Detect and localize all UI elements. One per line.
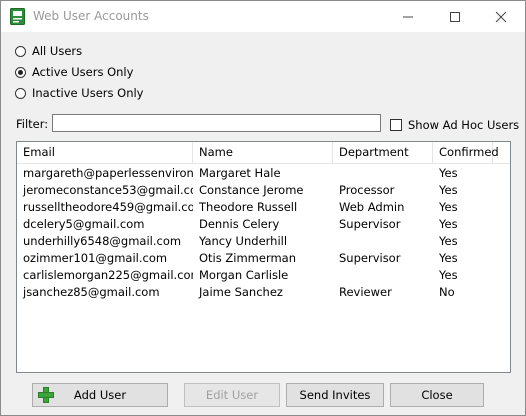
cell-name: Otis Zimmerman [199,251,297,265]
cell-department: Processor [339,183,395,197]
cell-name: Yancy Underhill [199,234,288,248]
users-table[interactable]: Email Name Department Confirmed margaret… [16,141,511,373]
radio-inactive-users-only[interactable]: Inactive Users Only [15,85,144,101]
cell-name: Dennis Celery [199,217,280,231]
cell-department [333,233,433,250]
radio-all-users-label: All Users [32,44,83,58]
edit-user-button[interactable]: Edit User [184,383,280,407]
radio-button-selected[interactable] [15,66,26,78]
table-row[interactable]: margareth@paperlessenvironmen... Margare… [17,165,510,182]
cell-department: Reviewer [339,285,392,299]
column-header-confirmed[interactable]: Confirmed [433,142,499,163]
show-adhoc-users-label: Show Ad Hoc Users [408,118,520,132]
radio-active-users-only-label: Active Users Only [32,65,134,79]
cell-confirmed: Yes [439,183,458,197]
radio-active-users-only[interactable]: Active Users Only [15,64,133,80]
table-row[interactable]: carlislemorgan225@gmail.com Morgan Carli… [17,267,510,284]
maximize-button[interactable] [432,1,478,32]
radio-button[interactable] [15,87,26,99]
close-window-button[interactable] [478,1,524,32]
cell-department: Web Admin [339,200,405,214]
table-row[interactable]: jeromeconstance53@gmail.com Constance Je… [17,182,510,199]
cell-name: Margaret Hale [199,166,281,180]
cell-email: jeromeconstance53@gmail.com [23,183,193,197]
cell-name: Morgan Carlisle [199,268,289,282]
app-icon [10,8,25,25]
cell-department: Supervisor [339,251,401,265]
cell-confirmed: No [439,285,455,299]
cell-email: jsanchez85@gmail.com [23,285,160,299]
minimize-button[interactable] [385,1,431,32]
window-title: Web User Accounts [33,9,149,23]
table-header: Email Name Department Confirmed [17,142,510,164]
add-user-button[interactable]: Add User [32,383,168,407]
cell-name: Constance Jerome [199,183,304,197]
filter-input[interactable] [52,114,381,132]
send-invites-button[interactable]: Send Invites [286,383,384,407]
table-row[interactable]: ozimmer101@gmail.com Otis Zimmerman Supe… [17,250,510,267]
column-header-name[interactable]: Name [193,142,333,163]
add-user-label: Add User [73,388,127,402]
title-bar: Web User Accounts [1,1,525,32]
close-icon [495,11,507,23]
show-adhoc-users-checkbox[interactable]: Show Ad Hoc Users [390,118,519,132]
checkbox[interactable] [390,119,402,131]
radio-all-users[interactable]: All Users [15,43,82,59]
cell-email: ozimmer101@gmail.com [23,251,168,265]
cell-email: underhilly6548@gmail.com [23,234,182,248]
cell-confirmed: Yes [439,234,458,248]
column-header-email[interactable]: Email [17,142,193,163]
cell-email: dcelery5@gmail.com [23,217,145,231]
cell-email: russelltheodore459@gmail.com [23,200,193,214]
table-row[interactable]: dcelery5@gmail.com Dennis Celery Supervi… [17,216,510,233]
table-row[interactable]: underhilly6548@gmail.com Yancy Underhill… [17,233,510,250]
cell-department [333,267,433,284]
cell-department: Supervisor [339,217,401,231]
radio-button[interactable] [15,45,26,57]
cell-name: Jaime Sanchez [199,285,283,299]
cell-department [333,165,433,182]
table-row[interactable]: jsanchez85@gmail.com Jaime Sanchez Revie… [17,284,510,301]
close-button[interactable]: Close [390,383,484,407]
cell-email: carlislemorgan225@gmail.com [23,268,193,282]
maximize-icon [450,12,460,22]
cell-confirmed: Yes [439,217,458,231]
web-user-accounts-window: Web User Accounts All Users Active Users… [0,0,526,416]
cell-confirmed: Yes [439,200,458,214]
radio-inactive-users-only-label: Inactive Users Only [32,86,144,100]
table-row[interactable]: russelltheodore459@gmail.com Theodore Ru… [17,199,510,216]
filter-label: Filter: [16,117,49,131]
column-header-department[interactable]: Department [333,142,433,163]
plus-icon [38,387,54,403]
cell-email: margareth@paperlessenvironmen... [23,166,193,180]
cell-confirmed: Yes [439,268,458,282]
cell-confirmed: Yes [439,251,458,265]
cell-name: Theodore Russell [199,200,298,214]
cell-confirmed: Yes [439,166,458,180]
minimize-icon [403,16,413,18]
